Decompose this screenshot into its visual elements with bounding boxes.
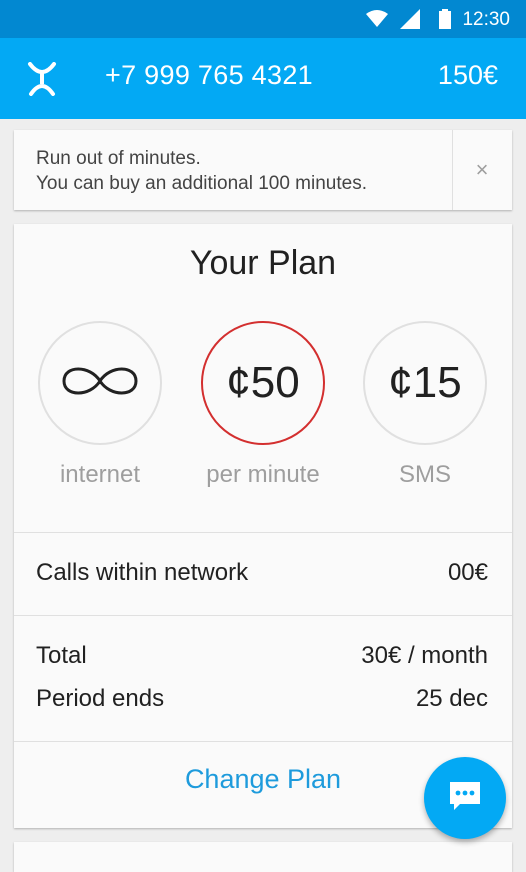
- yota-logo-icon[interactable]: [26, 62, 58, 101]
- divider: [14, 741, 512, 742]
- app-bar: +7 999 765 4321 150€: [0, 38, 526, 119]
- next-card: [14, 842, 512, 872]
- chat-button[interactable]: [424, 757, 506, 839]
- per-minute-label: per minute: [206, 461, 320, 488]
- per-minute-circle: ¢50: [201, 321, 325, 445]
- banner-line-1: Run out of minutes.: [36, 148, 201, 169]
- total-value: 30€ / month: [361, 642, 488, 669]
- calls-value: 00€: [447, 559, 488, 586]
- divider: [14, 532, 512, 533]
- sms-label: SMS: [398, 461, 451, 488]
- infinity-icon: [56, 359, 144, 408]
- period-ends-label: Period ends: [36, 685, 165, 712]
- minutes-banner: Run out of minutes. You can buy an addit…: [14, 130, 512, 210]
- divider: [14, 615, 512, 616]
- banner-line-2: You can buy an additional 100 minutes.: [36, 173, 367, 194]
- banner-message: Run out of minutes. You can buy an addit…: [36, 146, 367, 196]
- phone-number: +7 999 765 4321: [105, 60, 313, 90]
- close-icon: ×: [475, 157, 489, 182]
- total-label: Total: [36, 642, 87, 669]
- per-minute-value: ¢50: [226, 358, 300, 407]
- sms-circle: ¢15: [363, 321, 487, 445]
- chat-icon: [448, 780, 482, 817]
- calls-label: Calls within network: [36, 559, 249, 586]
- sms-value: ¢15: [388, 358, 462, 407]
- close-button[interactable]: ×: [452, 130, 512, 210]
- internet-circle: [38, 321, 162, 445]
- cell-signal-icon: [400, 9, 420, 34]
- wifi-icon: [366, 9, 388, 34]
- plan-title: Your Plan: [189, 244, 337, 282]
- status-time: 12:30: [462, 9, 510, 30]
- battery-icon: [439, 9, 451, 34]
- status-bar: 12:30: [0, 0, 526, 38]
- internet-label: internet: [59, 461, 141, 488]
- plan-card: Your Plan ¢50 ¢15 internet per minute SM…: [14, 224, 512, 828]
- period-ends-value: 25 dec: [415, 685, 488, 712]
- balance: 150€: [437, 60, 498, 90]
